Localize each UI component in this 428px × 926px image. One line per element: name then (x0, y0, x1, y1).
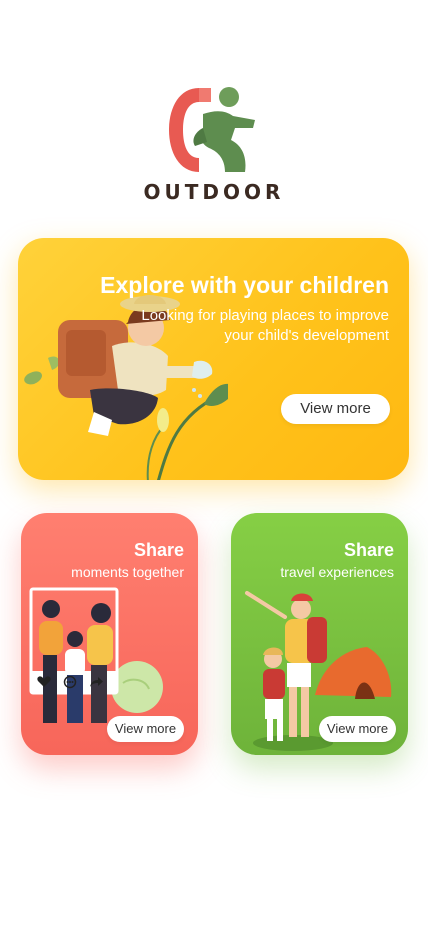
outdoor-logo-icon (169, 87, 255, 172)
hero-title: Explore with your children (100, 272, 389, 298)
share-moments-subtitle: moments together (71, 564, 184, 580)
app-logo: OUTDOOR (0, 80, 428, 204)
brand-name: OUTDOOR (143, 180, 285, 204)
share-icon[interactable] (89, 676, 103, 688)
share-travel-view-more-button[interactable]: View more (319, 716, 396, 742)
home-screen: OUTDOOR Explore with your children Looki… (0, 0, 428, 926)
family-photo-illustration (29, 587, 163, 723)
share-moments-card[interactable]: Share moments together View more (21, 513, 198, 755)
explore-view-more-button[interactable]: View more (281, 394, 390, 424)
explore-card[interactable]: Explore with your children Looking for p… (18, 238, 409, 480)
share-travel-card[interactable]: Share travel experiences View more (231, 513, 408, 755)
share-travel-title: Share (343, 540, 394, 560)
hero-subtitle: Looking for playing places to improve yo… (141, 307, 389, 344)
share-moments-view-more-button[interactable]: View more (107, 716, 184, 742)
comment-icon[interactable] (63, 676, 77, 689)
share-travel-subtitle: travel experiences (280, 564, 394, 580)
heart-icon[interactable] (37, 676, 51, 688)
share-moments-title: Share (133, 540, 184, 560)
